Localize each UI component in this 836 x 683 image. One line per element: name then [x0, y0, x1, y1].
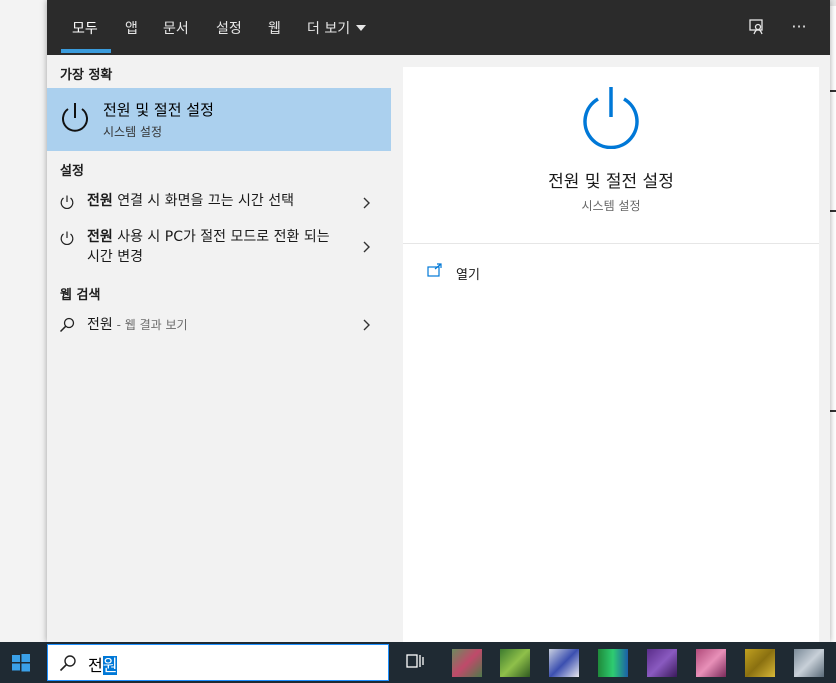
tab-documents[interactable]: 문서: [163, 18, 189, 40]
taskbar-app-icon[interactable]: [745, 649, 775, 677]
taskbar-app-icon[interactable]: [647, 649, 677, 677]
chevron-right-icon[interactable]: [361, 196, 371, 210]
settings-result-1-label: 전원 연결 시 화면을 끄는 시간 선택: [87, 191, 347, 211]
taskbar-app-icon[interactable]: [794, 649, 824, 677]
power-icon: [583, 87, 639, 149]
tab-web[interactable]: 웹: [268, 18, 281, 40]
best-match-title: 전원 및 절전 설정: [103, 101, 214, 119]
search-query: 전원: [88, 652, 118, 676]
filter-bar: 모두 앱 문서 설정 웹 더 보기 ···: [47, 0, 830, 55]
search-icon: [59, 655, 76, 672]
search-query-selected: 원: [102, 656, 118, 675]
taskbar-app-icon[interactable]: [696, 649, 726, 677]
match-highlight: 전원: [87, 229, 113, 245]
web-search-suffix: - 웹 결과 보기: [112, 318, 188, 332]
preview-pane: 전원 및 절전 설정 시스템 설정 열기: [403, 67, 819, 642]
chevron-right-icon[interactable]: [361, 240, 371, 254]
power-icon: [60, 195, 74, 209]
settings-result-2-rest: 사용 시 PC가 절전 모드로 전환 되는 시간 변경: [87, 229, 330, 265]
match-highlight: 전원: [87, 193, 113, 209]
more-options-icon[interactable]: ···: [789, 17, 809, 37]
search-panel: 모두 앱 문서 설정 웹 더 보기 ··· 가장 정확 전원 및 절전 설정 시…: [47, 0, 830, 642]
search-icon: [59, 317, 75, 333]
search-query-plain: 전: [88, 656, 103, 675]
background-mark: [830, 210, 836, 212]
settings-result-2[interactable]: 전원 사용 시 PC가 절전 모드로 전환 되는 시간 변경: [47, 226, 391, 270]
tab-more-label: 더 보기: [307, 21, 351, 37]
tab-apps[interactable]: 앱: [125, 18, 138, 40]
background-mark: [830, 410, 836, 412]
tab-settings[interactable]: 설정: [216, 18, 242, 40]
results-list: 가장 정확 전원 및 절전 설정 시스템 설정 설정 전원 연결 시 화면을 끄…: [47, 55, 391, 642]
web-search-label: 전원 - 웹 결과 보기: [87, 315, 347, 335]
preview-subtitle: 시스템 설정: [581, 199, 641, 213]
background-window-left: [0, 0, 47, 642]
task-view-icon[interactable]: [406, 653, 424, 669]
best-match-subtitle: 시스템 설정: [103, 125, 163, 139]
settings-heading: 설정: [60, 164, 84, 179]
windows-start-icon[interactable]: [12, 654, 30, 672]
taskbar-app-icon[interactable]: [549, 649, 579, 677]
search-input[interactable]: 전원: [47, 644, 389, 681]
tab-all[interactable]: 모두: [72, 18, 98, 40]
taskbar-app-icon[interactable]: [452, 649, 482, 677]
best-match-item[interactable]: 전원 및 절전 설정 시스템 설정: [47, 88, 391, 151]
open-button[interactable]: 열기: [456, 264, 480, 283]
feedback-icon[interactable]: [747, 17, 767, 37]
web-search-heading: 웹 검색: [60, 288, 101, 303]
web-search-query: 전원: [87, 317, 113, 333]
background-window-right: [830, 0, 836, 642]
power-icon: [60, 231, 74, 245]
chevron-down-icon: [356, 25, 367, 31]
taskbar-app-icon[interactable]: [500, 649, 530, 677]
tab-more[interactable]: 더 보기: [307, 18, 367, 40]
settings-result-1[interactable]: 전원 연결 시 화면을 끄는 시간 선택: [47, 190, 391, 220]
power-icon: [62, 103, 88, 132]
settings-result-2-label: 전원 사용 시 PC가 절전 모드로 전환 되는 시간 변경: [87, 227, 339, 267]
background-mark: [830, 90, 836, 92]
best-match-heading: 가장 정확: [60, 68, 113, 83]
taskbar-app-icon[interactable]: [598, 649, 628, 677]
active-tab-indicator: [61, 49, 111, 53]
preview-title: 전원 및 절전 설정: [548, 172, 674, 192]
settings-result-1-rest: 연결 시 화면을 끄는 시간 선택: [112, 193, 295, 209]
chevron-right-icon[interactable]: [361, 318, 371, 332]
divider: [403, 243, 819, 244]
open-icon[interactable]: [427, 263, 443, 277]
web-search-result[interactable]: 전원 - 웹 결과 보기: [47, 314, 391, 342]
